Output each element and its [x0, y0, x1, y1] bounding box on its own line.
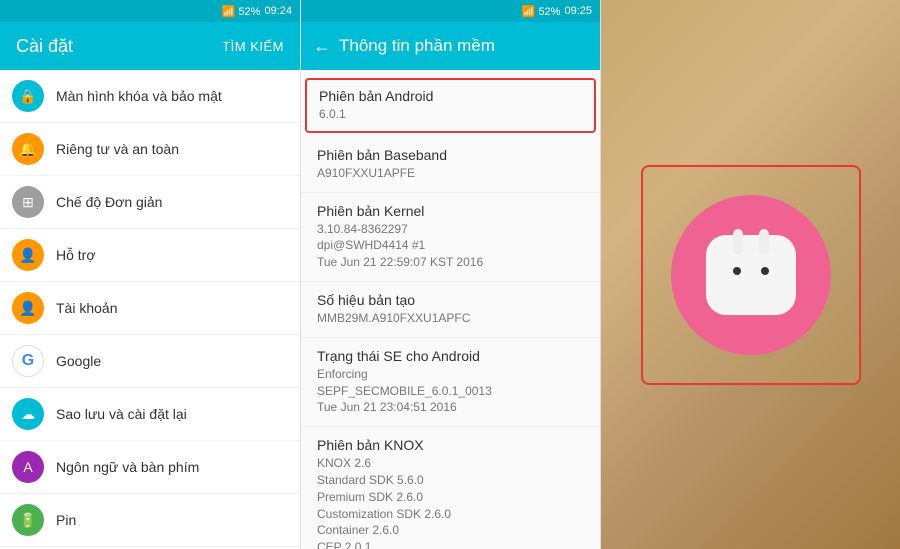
settings-label-language: Ngôn ngữ và bàn phím — [56, 459, 199, 475]
settings-label-backup: Sao lưu và cài đặt lại — [56, 406, 187, 422]
software-item-knox: Phiên bản KNOX KNOX 2.6 Standard SDK 5.6.… — [301, 427, 600, 549]
left-panel: 📶 52% 09:24 Cài đặt TÌM KIẾM 🔒 Màn hình k… — [0, 0, 300, 549]
software-value-kernel: 3.10.84-8362297 dpi@SWHD4414 #1 Tue Jun … — [317, 221, 584, 271]
software-value-knox: KNOX 2.6 Standard SDK 5.6.0 Premium SDK … — [317, 455, 584, 549]
icon-language: A — [12, 451, 44, 483]
settings-label-battery: Pin — [56, 512, 76, 528]
icon-support: 👤 — [12, 239, 44, 271]
settings-label-simple: Chế độ Đơn giản — [56, 194, 162, 210]
signal-left: 📶 52% — [222, 5, 261, 18]
icon-privacy: 🔔 — [12, 133, 44, 165]
icon-battery: 🔋 — [12, 504, 44, 536]
software-value-build-number: MMB29M.A910FXXU1APFC — [317, 310, 584, 327]
software-item-kernel: Phiên bản Kernel 3.10.84-8362297 dpi@SWHD… — [301, 193, 600, 282]
right-panel — [600, 0, 900, 549]
icon-simple: ⊞ — [12, 186, 44, 218]
settings-item-language[interactable]: A Ngôn ngữ và bàn phím — [0, 441, 300, 494]
software-list: Phiên bản Android 6.0.1 Phiên bản Baseband… — [301, 70, 600, 549]
software-value-baseband: A910FXXU1APFE — [317, 165, 584, 182]
settings-label-lock: Màn hình khóa và bảo mật — [56, 88, 222, 104]
settings-item-simple[interactable]: ⊞ Chế độ Đơn giản — [0, 176, 300, 229]
antenna-left — [733, 229, 743, 255]
middle-title: Thông tin phần mềm — [339, 36, 495, 56]
settings-item-privacy[interactable]: 🔔 Riêng tư và an toàn — [0, 123, 300, 176]
software-label-se-status: Trạng thái SE cho Android — [317, 348, 584, 364]
settings-label-google: Google — [56, 353, 101, 369]
settings-item-google[interactable]: G Google — [0, 335, 300, 388]
software-label-android-version: Phiên bản Android — [319, 88, 582, 104]
status-bar-left: 📶 52% 09:24 — [0, 0, 300, 22]
settings-list: 🔒 Màn hình khóa và bảo mật 🔔 Riêng tư và an… — [0, 70, 300, 549]
search-button[interactable]: TÌM KIẾM — [222, 39, 284, 54]
settings-item-account[interactable]: 👤 Tài khoản — [0, 282, 300, 335]
settings-item-backup[interactable]: ☁ Sao lưu và cài đặt lại — [0, 388, 300, 441]
icon-backup: ☁ — [12, 398, 44, 430]
settings-item-battery[interactable]: 🔋 Pin — [0, 494, 300, 547]
software-value-android-version: 6.0.1 — [319, 106, 582, 123]
middle-panel: 📶 52% 09:25 ← Thông tin phần mềm Phiên b… — [300, 0, 600, 549]
time-middle: 09:25 — [564, 5, 592, 17]
eye-right — [761, 267, 769, 275]
eye-left — [733, 267, 741, 275]
software-label-build-number: Số hiệu bản tạo — [317, 292, 584, 308]
software-item-android-version: Phiên bản Android 6.0.1 — [305, 78, 596, 133]
middle-header: ← Thông tin phần mềm — [301, 22, 600, 70]
status-bar-middle: 📶 52% 09:25 — [301, 0, 600, 22]
settings-item-support[interactable]: 👤 Hỗ trợ — [0, 229, 300, 282]
software-label-baseband: Phiên bản Baseband — [317, 147, 584, 163]
settings-item-lock[interactable]: 🔒 Màn hình khóa và bảo mật — [0, 70, 300, 123]
icon-account: 👤 — [12, 292, 44, 324]
settings-label-support: Hỗ trợ — [56, 247, 96, 263]
software-item-build-number: Số hiệu bản tạo MMB29M.A910FXXU1APFC — [301, 282, 600, 338]
marshmallow-container — [641, 165, 861, 385]
settings-label-privacy: Riêng tư và an toàn — [56, 141, 179, 157]
software-label-knox: Phiên bản KNOX — [317, 437, 584, 453]
settings-title: Cài đặt — [16, 36, 73, 57]
software-label-kernel: Phiên bản Kernel — [317, 203, 584, 219]
software-item-baseband: Phiên bản Baseband A910FXXU1APFE — [301, 137, 600, 193]
time-left: 09:24 — [264, 5, 292, 17]
left-header: Cài đặt TÌM KIẾM — [0, 22, 300, 70]
icon-google: G — [12, 345, 44, 377]
signal-middle: 📶 52% — [522, 5, 561, 18]
icon-lock: 🔒 — [12, 80, 44, 112]
eyes-row — [733, 267, 769, 275]
back-button[interactable]: ← — [313, 36, 331, 57]
marshmallow-logo — [671, 195, 831, 355]
settings-label-account: Tài khoản — [56, 300, 117, 316]
antenna-right — [759, 229, 769, 255]
marshmallow-body — [706, 235, 796, 315]
software-value-se-status: Enforcing SEPF_SECMOBILE_6.0.1_0013 Tue … — [317, 366, 584, 416]
software-item-se-status: Trạng thái SE cho Android Enforcing SEPF_… — [301, 338, 600, 427]
